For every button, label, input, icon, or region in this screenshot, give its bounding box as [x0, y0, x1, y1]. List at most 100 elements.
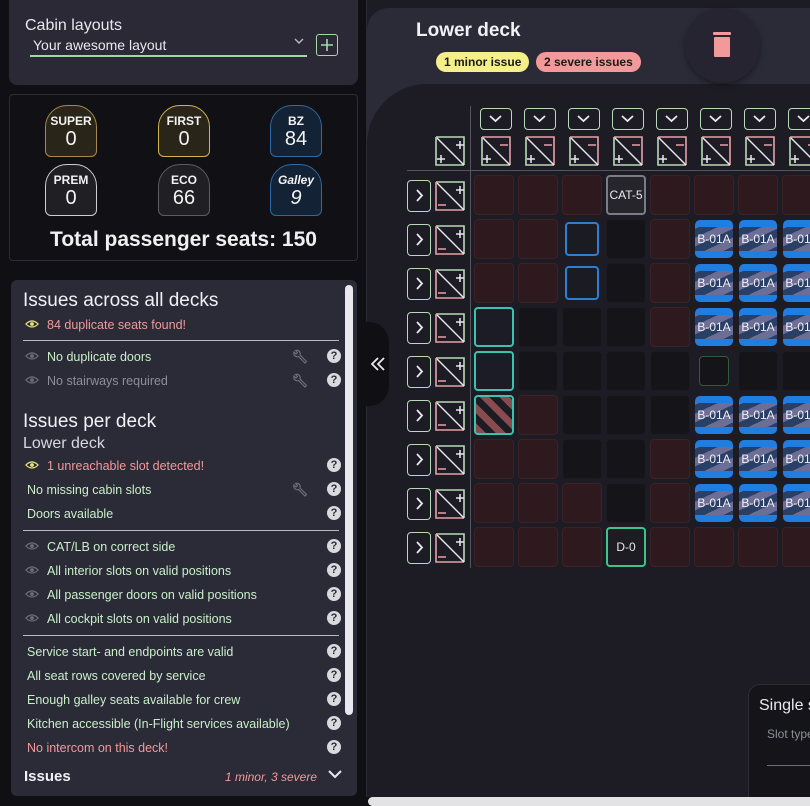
cabin-slot-bz-seat[interactable]: B-01A	[739, 220, 777, 258]
cabin-slot-red[interactable]	[782, 527, 810, 567]
cabin-slot-red[interactable]	[650, 307, 690, 347]
cabin-slot-bz-seat[interactable]: B-01A	[783, 440, 810, 478]
cabin-slot-bz-seat[interactable]: B-01A	[739, 396, 777, 434]
cabin-slot-dark[interactable]	[606, 395, 646, 435]
cabin-slot-red[interactable]	[650, 175, 690, 215]
cabin-slot-dark[interactable]	[562, 439, 602, 479]
minor-issue-badge[interactable]: 1 minor issue	[436, 52, 530, 72]
cabin-slot-red[interactable]	[518, 263, 558, 303]
cabin-slot-dark[interactable]	[782, 351, 810, 391]
cabin-slot-dark[interactable]	[562, 395, 602, 435]
eye-icon[interactable]	[25, 460, 39, 470]
help-icon[interactable]: ?	[327, 563, 341, 577]
column-expand-button[interactable]	[656, 108, 688, 130]
cabin-slot-red[interactable]	[474, 483, 514, 523]
column-expand-button[interactable]	[788, 108, 810, 130]
cabin-slot-red[interactable]	[650, 483, 690, 523]
cabin-slot-dark[interactable]	[606, 351, 646, 391]
issues-footer[interactable]: Issues 1 minor, 3 severe	[11, 764, 357, 796]
row-add-remove-button[interactable]	[434, 356, 466, 388]
cabin-slot-dark[interactable]	[518, 307, 558, 347]
cabin-slot-red[interactable]	[474, 263, 514, 303]
cabin-slot-bz-seat[interactable]: B-01A	[695, 308, 733, 346]
row-add-remove-button[interactable]	[434, 224, 466, 256]
eye-icon[interactable]	[25, 375, 39, 385]
cabin-slot-red[interactable]	[518, 439, 558, 479]
row-add-remove-button[interactable]	[434, 180, 466, 212]
help-icon[interactable]: ?	[327, 611, 341, 625]
cabin-slot-teal[interactable]	[474, 351, 514, 391]
cabin-slot-dark[interactable]	[606, 439, 646, 479]
cabin-slot-red[interactable]	[562, 527, 602, 567]
help-icon[interactable]: ?	[327, 716, 341, 730]
cabin-slot-red[interactable]	[694, 527, 734, 567]
column-add-remove-button[interactable]	[700, 135, 732, 167]
cabin-slot-dark[interactable]	[650, 395, 690, 435]
row-expand-button[interactable]	[407, 268, 431, 300]
cabin-slot-dark[interactable]	[606, 263, 646, 303]
column-add-remove-button[interactable]	[568, 135, 600, 167]
help-icon[interactable]: ?	[327, 668, 341, 682]
cabin-slot-red[interactable]	[650, 439, 690, 479]
collapse-panel-button[interactable]	[367, 342, 389, 386]
column-add-remove-button[interactable]	[744, 135, 776, 167]
cabin-slot-dark[interactable]	[738, 351, 778, 391]
column-add-remove-button[interactable]	[788, 135, 810, 167]
row-expand-button[interactable]	[407, 400, 431, 432]
row-add-remove-button[interactable]	[434, 532, 466, 564]
cabin-slot-bz-seat[interactable]: B-01A	[783, 220, 810, 258]
cabin-slot-red[interactable]	[518, 219, 558, 259]
eye-icon[interactable]	[25, 351, 39, 361]
column-add-remove-button[interactable]	[612, 135, 644, 167]
help-icon[interactable]: ?	[327, 740, 341, 754]
row-expand-button[interactable]	[407, 312, 431, 344]
row-expand-button[interactable]	[407, 180, 431, 212]
column-expand-button[interactable]	[568, 108, 600, 130]
cabin-slot-blue-out[interactable]	[565, 222, 599, 256]
help-icon[interactable]: ?	[327, 458, 341, 472]
cabin-slot-bz-seat[interactable]: B-01A	[783, 396, 810, 434]
cabin-slot-bz-seat[interactable]: B-01A	[739, 440, 777, 478]
wrench-icon[interactable]	[291, 348, 309, 366]
row-expand-button[interactable]	[407, 488, 431, 520]
row-expand-button[interactable]	[407, 444, 431, 476]
cabin-slot-cat[interactable]: CAT-5	[606, 175, 646, 215]
horizontal-scrollbar[interactable]	[368, 797, 810, 806]
cabin-slot-bz-seat[interactable]: B-01A	[695, 484, 733, 522]
row-add-remove-button[interactable]	[434, 312, 466, 344]
cabin-slot-bz-seat[interactable]: B-01A	[783, 484, 810, 522]
help-icon[interactable]: ?	[327, 506, 341, 520]
add-row-col-button[interactable]	[434, 135, 466, 167]
help-icon[interactable]: ?	[327, 644, 341, 658]
cabin-slot-red[interactable]	[650, 527, 690, 567]
cabin-slot-bz-seat[interactable]: B-01A	[695, 440, 733, 478]
cabin-slot-red[interactable]	[474, 439, 514, 479]
column-expand-button[interactable]	[480, 108, 512, 130]
layout-select[interactable]: Your awesome layout	[30, 35, 307, 57]
cabin-slot-bz-seat[interactable]: B-01A	[739, 264, 777, 302]
cabin-slot-red[interactable]	[474, 175, 514, 215]
column-add-remove-button[interactable]	[656, 135, 688, 167]
cabin-slot-bz-seat[interactable]: B-01A	[783, 264, 810, 302]
column-expand-button[interactable]	[612, 108, 644, 130]
column-expand-button[interactable]	[744, 108, 776, 130]
cabin-slot-teal-striped[interactable]	[474, 395, 514, 435]
cabin-slot-red[interactable]	[650, 263, 690, 303]
severe-issue-badge[interactable]: 2 severe issues	[536, 52, 641, 72]
eye-icon[interactable]	[25, 589, 39, 599]
cabin-slot-red[interactable]	[518, 527, 558, 567]
column-expand-button[interactable]	[524, 108, 556, 130]
cabin-slot-red[interactable]	[738, 175, 778, 215]
help-icon[interactable]: ?	[327, 373, 341, 387]
chevron-down-icon[interactable]	[327, 766, 343, 782]
help-icon[interactable]: ?	[327, 587, 341, 601]
cabin-slot-bz-seat[interactable]: B-01A	[739, 308, 777, 346]
row-expand-button[interactable]	[407, 224, 431, 256]
wrench-icon[interactable]	[291, 481, 309, 499]
cabin-slot-dark[interactable]	[518, 351, 558, 391]
cabin-slot-red[interactable]	[474, 219, 514, 259]
cabin-slot-red[interactable]	[518, 395, 558, 435]
cabin-slot-dark[interactable]	[562, 307, 602, 347]
cabin-slot-dark[interactable]	[606, 219, 646, 259]
row-expand-button[interactable]	[407, 532, 431, 564]
